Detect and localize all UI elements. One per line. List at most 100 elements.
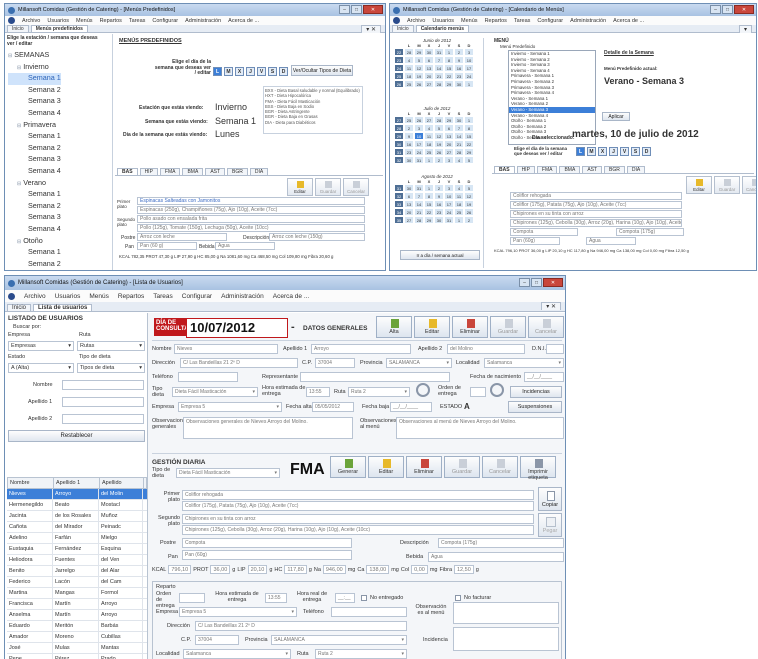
calendar-day[interactable]: 28 — [434, 80, 444, 88]
nutrient-value[interactable]: 12,50 — [454, 565, 474, 574]
calendar-day[interactable]: 1 — [464, 80, 474, 88]
segundo-plato-detail[interactable]: Chipirones (125g), Cebolla (30g), Arroz … — [182, 525, 534, 535]
maximize-button[interactable]: □ — [722, 5, 733, 14]
menu-item-3[interactable]: Repartos — [485, 18, 507, 24]
calendar-day[interactable]: 21 — [414, 208, 424, 216]
calendar-day[interactable]: 24 — [464, 72, 474, 80]
calendar-day[interactable]: 28 — [414, 216, 424, 224]
representante-field[interactable] — [300, 372, 450, 382]
day-button[interactable]: D — [279, 67, 288, 76]
hora-estimada-field[interactable]: 13:55 — [265, 593, 287, 603]
tipo-dieta-select[interactable]: Dieta Fácil Masticación ▾ — [176, 468, 280, 478]
menu-item-2[interactable]: Menús — [461, 18, 478, 24]
table-row[interactable]: Martina Mangas Formol — [7, 588, 147, 599]
menu-item-1[interactable]: Usuarios — [55, 293, 81, 300]
diet-tab[interactable]: BGR — [604, 166, 625, 173]
tree-node[interactable]: Semana 4 — [8, 166, 61, 178]
calendar-day[interactable]: 2 — [454, 48, 464, 56]
diet-tab[interactable]: DIA — [249, 168, 269, 175]
calendar-day[interactable]: 22 — [424, 208, 434, 216]
nacimiento-field[interactable]: __/__/____ — [524, 372, 564, 382]
column-header[interactable]: Apellido — [100, 478, 144, 488]
tree-node[interactable]: Semana 2 — [8, 85, 61, 97]
calendar-day[interactable]: 29 — [424, 216, 434, 224]
calendar-day[interactable]: 8 — [464, 124, 474, 132]
table-row[interactable]: Federico Lacón del Cam — [7, 577, 147, 588]
table-row[interactable]: Benito Jarrelgo del Alar — [7, 566, 147, 577]
calendar-day[interactable]: 21 — [454, 140, 464, 148]
calendar-day[interactable]: 27 — [404, 216, 414, 224]
calendar-day[interactable]: 12 — [434, 132, 444, 140]
action-button[interactable]: Guardar — [315, 178, 341, 196]
calendar-day[interactable]: 22 — [444, 72, 454, 80]
orden-entrega-field[interactable] — [470, 387, 486, 397]
tree-node[interactable]: Semana 3 — [8, 270, 61, 271]
postre-field[interactable]: Arroz con leche — [137, 233, 227, 241]
localidad-select[interactable]: Salamanca ▾ — [183, 649, 291, 659]
tree-node[interactable]: ⊟ Invierno — [8, 62, 61, 74]
menu-item-7[interactable]: Acerca de ... — [273, 293, 310, 300]
calendar-day[interactable]: 23 — [404, 148, 414, 156]
provincia-select[interactable]: SALAMANCA ▾ — [386, 358, 452, 368]
search-icon[interactable] — [490, 383, 504, 397]
menu-item-6[interactable]: Administración — [570, 18, 606, 24]
calendar-day[interactable]: 5 — [464, 184, 474, 192]
table-row[interactable]: Eustaquia Fernández Esquina — [7, 544, 147, 555]
calendar-day[interactable]: 9 — [454, 56, 464, 64]
fecha-alta-field[interactable]: 05/05/2012 — [312, 402, 354, 412]
no-entregado-checkbox[interactable] — [361, 595, 367, 601]
cp-field[interactable]: 37004 — [195, 635, 239, 645]
minimize-button[interactable]: – — [519, 278, 530, 287]
menu-item-7[interactable]: Acerca de ... — [228, 18, 259, 24]
calendar-day[interactable]: 24 — [414, 148, 424, 156]
table-row[interactable]: Pepe Pérez Prado — [7, 654, 147, 659]
calendar-day[interactable]: 12 — [414, 64, 424, 72]
tree-expander-icon[interactable]: ⊟ — [17, 123, 21, 129]
tree-node[interactable]: Semana 3 — [8, 154, 61, 166]
nutrient-value[interactable]: 0,00 — [411, 565, 428, 574]
calendar-day[interactable]: 1 — [464, 116, 474, 124]
tree-node[interactable]: ⊟ Otoño — [8, 236, 61, 248]
observaciones-field[interactable]: Observaciones generales de Nieves Arroyo… — [183, 417, 353, 439]
tab-inicio[interactable]: Inicio — [7, 25, 29, 32]
calendar-day[interactable]: 25 — [424, 148, 434, 156]
tree-expander-icon[interactable]: ⊟ — [17, 181, 21, 187]
calendar-day[interactable]: 3 — [464, 48, 474, 56]
calendar-day[interactable]: 27 — [424, 116, 434, 124]
calendar-day[interactable]: 5 — [464, 156, 474, 164]
calendar-day[interactable]: 4 — [454, 184, 464, 192]
calendar-day[interactable]: 8 — [424, 192, 434, 200]
diet-tab[interactable]: BAS — [117, 168, 138, 175]
tree-node[interactable]: Semana 2 — [8, 259, 61, 270]
calendar-day[interactable]: 10 — [464, 56, 474, 64]
diet-tab[interactable]: HIP — [516, 166, 535, 173]
calendar-day[interactable]: 3 — [444, 184, 454, 192]
tree-node[interactable]: ⊟ SEMANAS — [8, 50, 61, 62]
calendar-day[interactable]: 14 — [454, 132, 464, 140]
menu-item-2[interactable]: Menús — [76, 18, 93, 24]
table-row[interactable]: Jacinta de los Rosales Muñoz — [7, 511, 147, 522]
nutrient-value[interactable]: 36,00 — [210, 565, 231, 574]
calendar-day[interactable]: 17 — [464, 64, 474, 72]
calendar-day[interactable]: 29 — [414, 48, 424, 56]
action-button[interactable]: Cancelar — [528, 316, 564, 338]
segundo-plato-field[interactable]: Chipirones en su tinta con arroz — [182, 514, 534, 524]
calendar-day[interactable]: 31 — [434, 48, 444, 56]
close-button[interactable]: ✕ — [363, 5, 383, 14]
day-button[interactable]: D — [642, 147, 651, 156]
table-row[interactable]: Anselma Martín Arroyo — [7, 610, 147, 621]
tree-expander-icon[interactable]: ⊟ — [17, 65, 21, 71]
calendar-day[interactable]: 19 — [414, 72, 424, 80]
calendar-day[interactable]: 2 — [464, 216, 474, 224]
table-row[interactable]: Heliodora Fuentes del Ven — [7, 555, 147, 566]
tree-node[interactable]: Semana 1 — [8, 73, 61, 85]
menu-item-5[interactable]: Configurar — [537, 18, 563, 24]
incidencia-field[interactable] — [453, 627, 559, 651]
menu-item-0[interactable]: Archivo — [24, 293, 46, 300]
calendar-day[interactable]: 9 — [434, 192, 444, 200]
apply-button[interactable]: Aplicar — [602, 112, 630, 121]
calendar-day[interactable]: 28 — [454, 148, 464, 156]
calendar-day[interactable]: 28 — [404, 48, 414, 56]
no-facturar-checkbox[interactable] — [455, 595, 461, 601]
calendar-day[interactable]: 18 — [454, 200, 464, 208]
